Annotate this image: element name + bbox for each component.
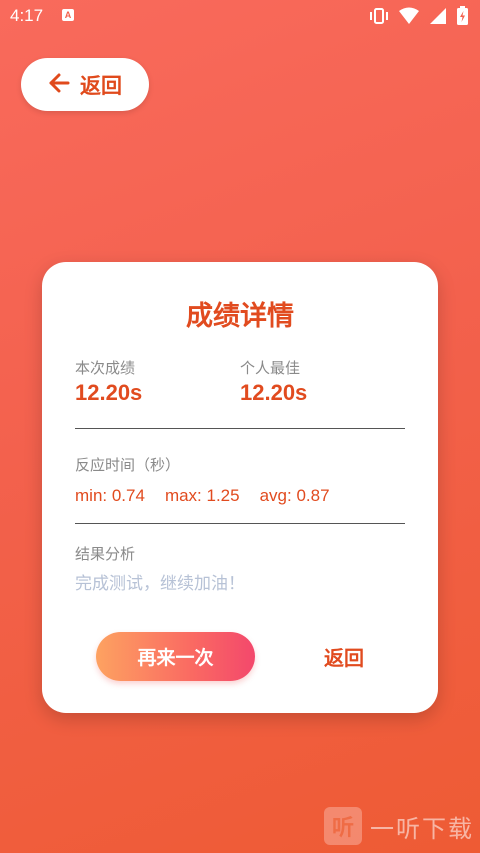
arrow-left-icon <box>48 73 70 97</box>
best-score-label: 个人最佳 <box>240 359 301 377</box>
divider <box>75 523 405 524</box>
divider <box>75 428 405 429</box>
watermark-logo: 听 <box>324 807 362 845</box>
reaction-min: min: 0.74 <box>75 486 145 505</box>
battery-icon <box>457 6 468 25</box>
wifi-icon <box>399 7 419 25</box>
best-score-value: 12.20s <box>240 380 308 405</box>
status-time: 4:17 <box>10 6 44 25</box>
reaction-time-stats: min: 0.74 max: 1.25 avg: 0.87 <box>75 486 330 506</box>
result-card: 成绩详情 本次成绩 12.20s 个人最佳 12.20s 反应时间（秒） min… <box>42 262 438 713</box>
return-button[interactable]: 返回 <box>298 632 390 681</box>
status-icons <box>369 6 468 25</box>
watermark-text: 一听下载 <box>370 814 474 843</box>
current-score-value: 12.20s <box>75 380 143 405</box>
reaction-time-label: 反应时间（秒） <box>75 456 181 474</box>
try-again-button[interactable]: 再来一次 <box>96 632 255 681</box>
analysis-text: 完成测试，继续加油！ <box>75 574 245 594</box>
current-score-label: 本次成绩 <box>75 359 136 377</box>
reaction-avg: avg: 0.87 <box>259 486 330 505</box>
signal-icon <box>429 7 447 25</box>
card-title: 成绩详情 <box>186 301 294 332</box>
analysis-label: 结果分析 <box>75 545 136 563</box>
watermark: 听 一听下载 <box>324 807 474 845</box>
notification-icon: A <box>62 9 74 21</box>
vibrate-icon <box>369 7 389 25</box>
back-button[interactable]: 返回 <box>21 58 149 111</box>
status-bar: 4:17 A <box>0 0 480 32</box>
reaction-max: max: 1.25 <box>164 486 240 505</box>
back-button-label: 返回 <box>80 73 122 98</box>
